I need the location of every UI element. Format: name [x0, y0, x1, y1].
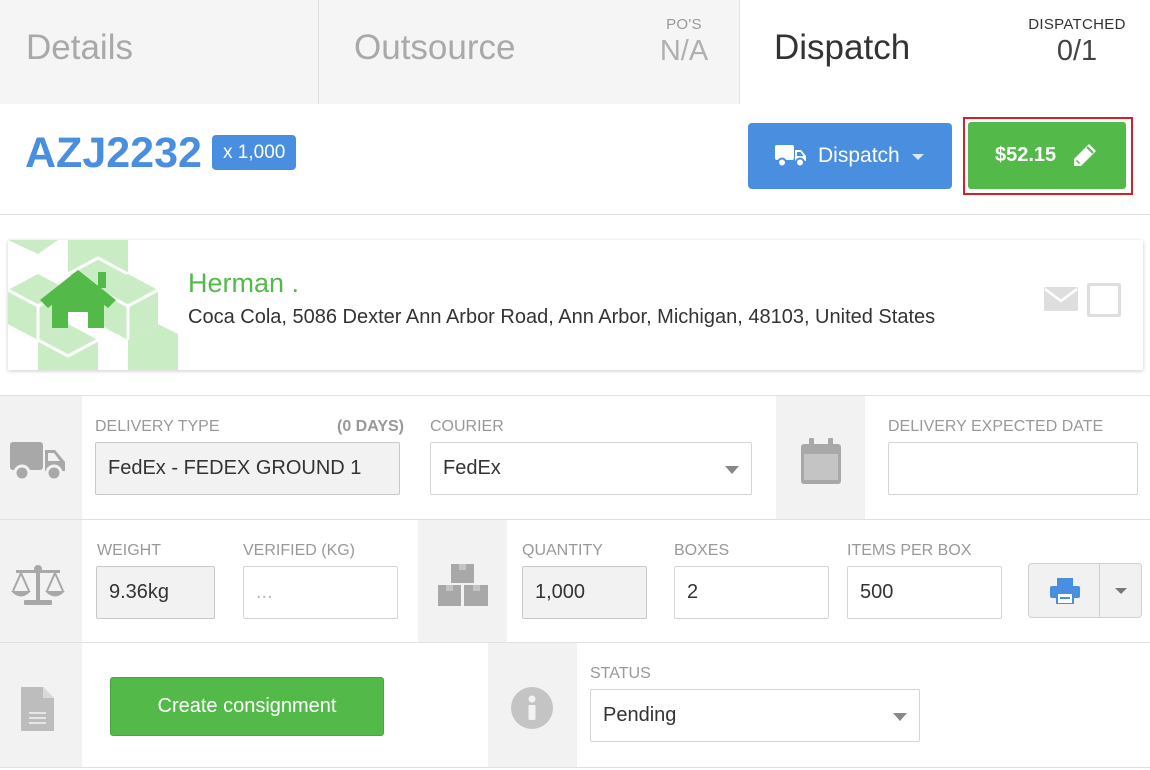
status-select-value: Pending	[603, 704, 677, 726]
recipient-card: Herman . Coca Cola, 5086 Dexter Ann Arbo…	[8, 240, 1143, 370]
boxes-icon	[438, 564, 488, 606]
consignment-row: Create consignment STATUS Pending	[0, 642, 1150, 768]
section-tabs: Details Outsource PO'S N/A Dispatch DISP…	[0, 0, 1150, 104]
verified-kg-input[interactable]: ...	[243, 566, 398, 619]
pos-counter-label: PO'S	[666, 16, 702, 33]
caret-down-icon	[893, 713, 907, 721]
caret-down-icon	[912, 154, 924, 160]
quantity-label: QUANTITY	[522, 542, 603, 559]
balance-scale-icon	[11, 565, 65, 605]
delivery-type-label: DELIVERY TYPE	[95, 418, 220, 435]
dispatched-counter: DISPATCHED 0/1	[1022, 16, 1132, 68]
pencil-icon	[1074, 144, 1096, 166]
items-per-box-label: ITEMS PER BOX	[847, 542, 972, 559]
status-label: STATUS	[590, 665, 651, 682]
courier-select[interactable]: FedEx	[430, 442, 752, 495]
document-icon	[21, 687, 54, 731]
courier-select-value: FedEx	[443, 457, 501, 479]
tab-dispatch[interactable]: Dispatch DISPATCHED 0/1	[740, 0, 1150, 104]
home-icon	[8, 240, 178, 370]
price-button-label: $52.15	[995, 144, 1057, 166]
create-consignment-button[interactable]: Create consignment	[110, 677, 384, 736]
info-icon	[511, 687, 553, 729]
scale-icon-cell	[0, 520, 82, 643]
boxes-icon-cell	[418, 520, 507, 643]
delivery-icon-cell	[0, 396, 82, 520]
print-label-button[interactable]	[1028, 563, 1100, 618]
dispatch-button[interactable]: Dispatch	[748, 123, 952, 189]
tab-details[interactable]: Details	[0, 0, 319, 104]
items-per-box-input[interactable]: 500	[847, 566, 1002, 619]
delivery-type-field[interactable]: FedEx - FEDEX GROUND 1	[95, 442, 400, 495]
pos-counter: PO'S N/A	[639, 16, 729, 68]
envelope-icon[interactable]	[1044, 285, 1078, 313]
delivery-days-label: (0 DAYS)	[337, 418, 404, 435]
quantity-field[interactable]: 1,000	[522, 566, 647, 619]
caret-down-icon	[1115, 588, 1127, 594]
verified-kg-label: VERIFIED (KG)	[243, 542, 356, 559]
print-options-dropdown[interactable]	[1099, 563, 1142, 618]
pos-counter-value: N/A	[659, 35, 709, 67]
courier-label: COURIER	[430, 418, 504, 435]
tab-outsource[interactable]: Outsource PO'S N/A	[319, 0, 740, 104]
job-header: AZJ2232 x 1,000 Dispatch $52.15	[0, 105, 1150, 215]
truck-icon	[10, 442, 65, 482]
dispatched-counter-value: 0/1	[1056, 35, 1098, 67]
info-icon-cell	[488, 643, 577, 767]
boxes-label: BOXES	[674, 542, 730, 559]
recipient-name[interactable]: Herman .	[188, 268, 299, 299]
boxes-input[interactable]: 2	[674, 566, 829, 619]
part-number: AZJ2232	[25, 129, 202, 177]
recipient-address: Coca Cola, 5086 Dexter Ann Arbor Road, A…	[188, 306, 936, 328]
price-edit-button[interactable]: $52.15	[968, 122, 1126, 189]
tab-dispatch-label: Dispatch	[774, 28, 911, 67]
dispatched-counter-label: DISPATCHED	[1028, 16, 1126, 33]
truck-icon	[775, 145, 806, 168]
delivery-expected-date-field[interactable]	[888, 442, 1138, 495]
document-icon-cell	[0, 643, 82, 767]
caret-down-icon	[725, 466, 739, 474]
weight-field[interactable]: 9.36kg	[96, 566, 215, 619]
status-select[interactable]: Pending	[590, 689, 920, 742]
measurements-row: WEIGHT 9.36kg VERIFIED (KG) ... QUANTITY…	[0, 519, 1150, 643]
dispatch-button-label: Dispatch	[818, 144, 900, 167]
quantity-badge: x 1,000	[212, 135, 297, 170]
delivery-row: DELIVERY TYPE (0 DAYS) FedEx - FEDEX GRO…	[0, 395, 1150, 520]
print-icon	[1050, 578, 1080, 604]
calendar-icon	[801, 438, 841, 484]
weight-label: WEIGHT	[97, 542, 161, 559]
tab-outsource-label: Outsource	[354, 28, 516, 67]
tab-details-label: Details	[26, 28, 133, 67]
recipient-select-checkbox[interactable]	[1087, 283, 1121, 317]
delivery-expected-date-label: DELIVERY EXPECTED DATE	[888, 418, 1104, 435]
calendar-icon-cell	[776, 396, 865, 520]
